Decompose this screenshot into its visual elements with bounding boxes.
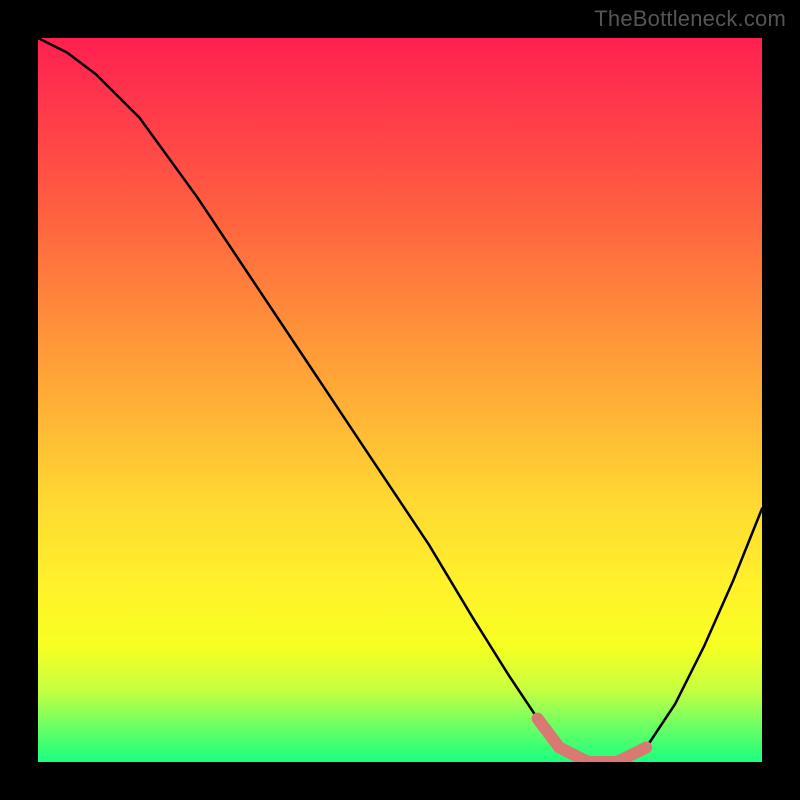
watermark-text: TheBottleneck.com: [594, 6, 786, 32]
optimal-zone-marker: [38, 38, 762, 762]
plot-area: [38, 38, 762, 762]
chart-frame: TheBottleneck.com: [0, 0, 800, 800]
